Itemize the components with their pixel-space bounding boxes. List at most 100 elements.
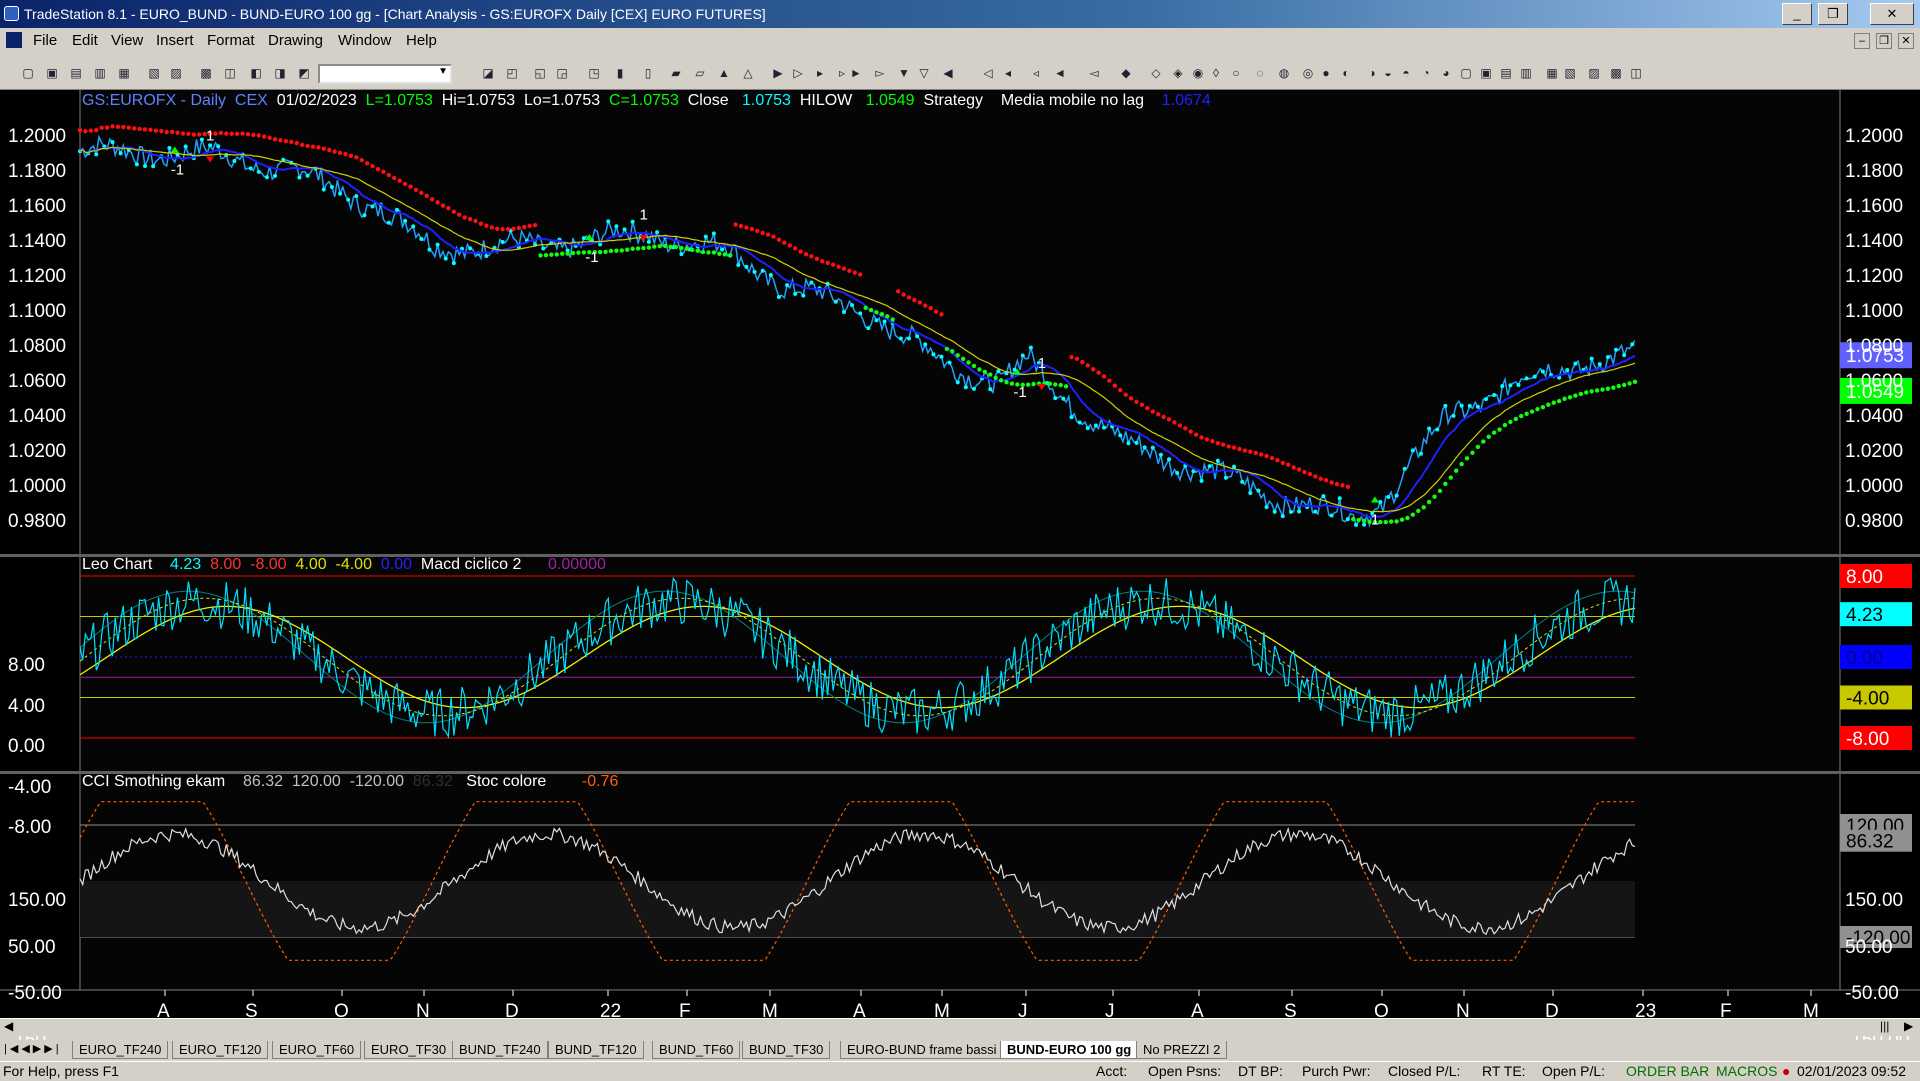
toolbar-tool-icon[interactable]: ○ — [1228, 65, 1244, 81]
toolbar-tool-icon[interactable]: ▸ — [812, 65, 828, 81]
toolbar-tool-icon[interactable]: ◅ — [1086, 65, 1102, 81]
toolbar-tool-icon[interactable]: ▥ — [92, 65, 108, 81]
menu-edit[interactable]: Edit — [72, 28, 98, 54]
toolbar-tool-icon[interactable]: ◍ — [1276, 65, 1292, 81]
toolbar-tool-icon[interactable]: ◔ — [1418, 65, 1434, 81]
toolbar-tool-icon[interactable]: ▦ — [116, 65, 132, 81]
toolbar-tool-icon[interactable]: ▧ — [146, 65, 162, 81]
toolbar-tool-icon[interactable]: ◄ — [1052, 65, 1068, 81]
toolbar-tool-icon[interactable]: ▷ — [790, 65, 806, 81]
tab-euro-bund-frame-bassi[interactable]: EURO-BUND frame bassi — [840, 1041, 1004, 1059]
menu-help[interactable]: Help — [406, 28, 437, 54]
horizontal-scrollbar[interactable]: ◀ ||| ▶ — [0, 1018, 1920, 1036]
toolbar-tool-icon[interactable]: ▶ — [770, 65, 786, 81]
toolbar-tool-icon[interactable]: ◆ — [1118, 65, 1134, 81]
menu-insert[interactable]: Insert — [156, 28, 194, 54]
menu-drawing[interactable]: Drawing — [268, 28, 323, 54]
tab-euro-tf60[interactable]: EURO_TF60 — [272, 1041, 362, 1059]
toolbar-tool-icon[interactable]: ◫ — [222, 65, 238, 81]
doc-restore-button[interactable]: ❐ — [1876, 33, 1892, 49]
toolbar-tool-icon[interactable]: ◫ — [1628, 65, 1644, 81]
toolbar-tool-icon[interactable]: ▤ — [1498, 65, 1514, 81]
doc-close-button[interactable]: ✕ — [1898, 33, 1914, 49]
toolbar-tool-icon[interactable]: ► — [848, 65, 864, 81]
toolbar-tool-icon[interactable]: ▰ — [668, 65, 684, 81]
tab-bund-tf240[interactable]: BUND_TF240 — [452, 1041, 548, 1059]
toolbar-tool-icon[interactable]: ◓ — [1398, 65, 1414, 81]
toolbar-tool-icon[interactable]: ▻ — [872, 65, 888, 81]
toolbar-tool-icon[interactable]: ◱ — [532, 65, 548, 81]
toolbar-tool-icon[interactable]: ◨ — [272, 65, 288, 81]
tab-euro-tf30[interactable]: EURO_TF30 — [364, 1041, 454, 1059]
toolbar-tool-icon[interactable]: ◕ — [1438, 65, 1454, 81]
toolbar-tool-icon[interactable]: ◇ — [1148, 65, 1164, 81]
toolbar-tool-icon[interactable]: ▣ — [1478, 65, 1494, 81]
toolbar-tool-icon[interactable]: ◳ — [586, 65, 602, 81]
maximize-button[interactable]: ❐ — [1818, 3, 1848, 25]
toolbar-tool-icon[interactable]: ◩ — [296, 65, 312, 81]
menu-window[interactable]: Window — [338, 28, 391, 54]
toolbar-tool-icon[interactable]: ▧ — [1562, 65, 1578, 81]
toolbar-tool-icon[interactable]: ▣ — [44, 65, 60, 81]
menu-file[interactable]: File — [33, 28, 57, 54]
toolbar-tool-icon[interactable]: ▩ — [1608, 65, 1624, 81]
toolbar-tool-icon[interactable]: △ — [740, 65, 756, 81]
toolbar-tool-icon[interactable]: ▢ — [20, 65, 36, 81]
toolbar-tool-icon[interactable]: ▮ — [612, 65, 628, 81]
scroll-left-icon[interactable]: ◀ — [4, 1019, 13, 1033]
toolbar-tool-icon[interactable]: ▢ — [1458, 65, 1474, 81]
tab-bund-euro-100-gg[interactable]: BUND-EURO 100 gg — [1000, 1041, 1139, 1059]
toolbar-tool-icon[interactable]: ◁ — [980, 65, 996, 81]
macros-button[interactable]: MACROS — [1716, 1062, 1777, 1081]
toolbar-tool-icon[interactable]: ◀ — [940, 65, 956, 81]
toolbar-tool-icon[interactable]: ▦ — [1544, 65, 1560, 81]
toolbar-tool-icon[interactable]: ▱ — [692, 65, 708, 81]
toolbar-tool-icon[interactable]: ◈ — [1170, 65, 1186, 81]
toolbar-tool-icon[interactable]: ▨ — [168, 65, 184, 81]
toolbar-tool-icon[interactable]: ◑ — [1364, 65, 1380, 81]
minimize-button[interactable]: _ — [1782, 3, 1812, 25]
toolbar-tool-icon[interactable]: ◂ — [1000, 65, 1016, 81]
menu-format[interactable]: Format — [207, 28, 255, 54]
chart-window[interactable]: -1 1 -1 1 -1 1 1 1.0753 1.0549 8.00 4.23 0.00 -4.00 -… — [0, 90, 1920, 1051]
toolbar-tool-icon[interactable]: ◒ — [1380, 65, 1396, 81]
chart-window-icon[interactable] — [6, 32, 22, 48]
scroll-right-icon[interactable]: ▶ — [1904, 1019, 1913, 1033]
toolbar-tool-icon[interactable]: ▲ — [716, 65, 732, 81]
toolbar-tool-icon[interactable]: ▯ — [640, 65, 656, 81]
tab-bund-tf120[interactable]: BUND_TF120 — [548, 1041, 644, 1059]
toolbar-tool-icon[interactable]: ▼ — [896, 65, 912, 81]
toolbar-tool-icon[interactable]: ◃ — [1028, 65, 1044, 81]
toolbar-tool-icon[interactable]: ▥ — [1518, 65, 1534, 81]
toolbar-tool-icon[interactable]: ◎ — [1300, 65, 1316, 81]
close-button[interactable]: ✕ — [1870, 3, 1914, 25]
hilow-stop-green — [560, 251, 565, 256]
tab-euro-tf120[interactable]: EURO_TF120 — [172, 1041, 269, 1059]
scroll-thumb[interactable]: ||| — [1880, 1019, 1889, 1033]
toolbar-tool-icon[interactable]: ◉ — [1190, 65, 1206, 81]
toolbar-tool-icon[interactable]: ◰ — [504, 65, 520, 81]
toolbar-tool-icon[interactable]: ◪ — [480, 65, 496, 81]
tab-no-prezzi-2[interactable]: No PREZZI 2 — [1136, 1041, 1228, 1059]
toolbar-tool-icon[interactable]: ▽ — [916, 65, 932, 81]
toolbar-tool-icon[interactable]: ▤ — [68, 65, 84, 81]
toolbar-tool-icon[interactable]: ◲ — [554, 65, 570, 81]
symbol-combo[interactable]: ▼ — [318, 64, 452, 84]
menu-view[interactable]: View — [111, 28, 143, 54]
toolbar-tool-icon[interactable]: ● — [1318, 65, 1334, 81]
hilow-stop-red — [489, 225, 494, 230]
tab-nav-arrows[interactable]: |◀◀▶▶| — [4, 1042, 62, 1055]
doc-minimize-button[interactable]: – — [1854, 33, 1870, 49]
toolbar-tool-icon[interactable]: ◧ — [248, 65, 264, 81]
tab-bund-tf60[interactable]: BUND_TF60 — [652, 1041, 741, 1059]
toolbar-tool-icon[interactable]: ◐ — [1338, 65, 1354, 81]
hilow-stop-red — [798, 249, 803, 254]
tab-bund-tf30[interactable]: BUND_TF30 — [742, 1041, 831, 1059]
order-bar-button[interactable]: ORDER BAR — [1626, 1062, 1709, 1081]
toolbar-tool-icon[interactable]: ▨ — [1586, 65, 1602, 81]
toolbar-tool-icon[interactable]: ▩ — [198, 65, 214, 81]
close-price-dot — [1020, 353, 1025, 358]
toolbar-tool-icon[interactable]: ◌ — [1252, 65, 1268, 81]
toolbar-tool-icon[interactable]: ◊ — [1208, 65, 1224, 81]
tab-euro-tf240[interactable]: EURO_TF240 — [72, 1041, 169, 1059]
